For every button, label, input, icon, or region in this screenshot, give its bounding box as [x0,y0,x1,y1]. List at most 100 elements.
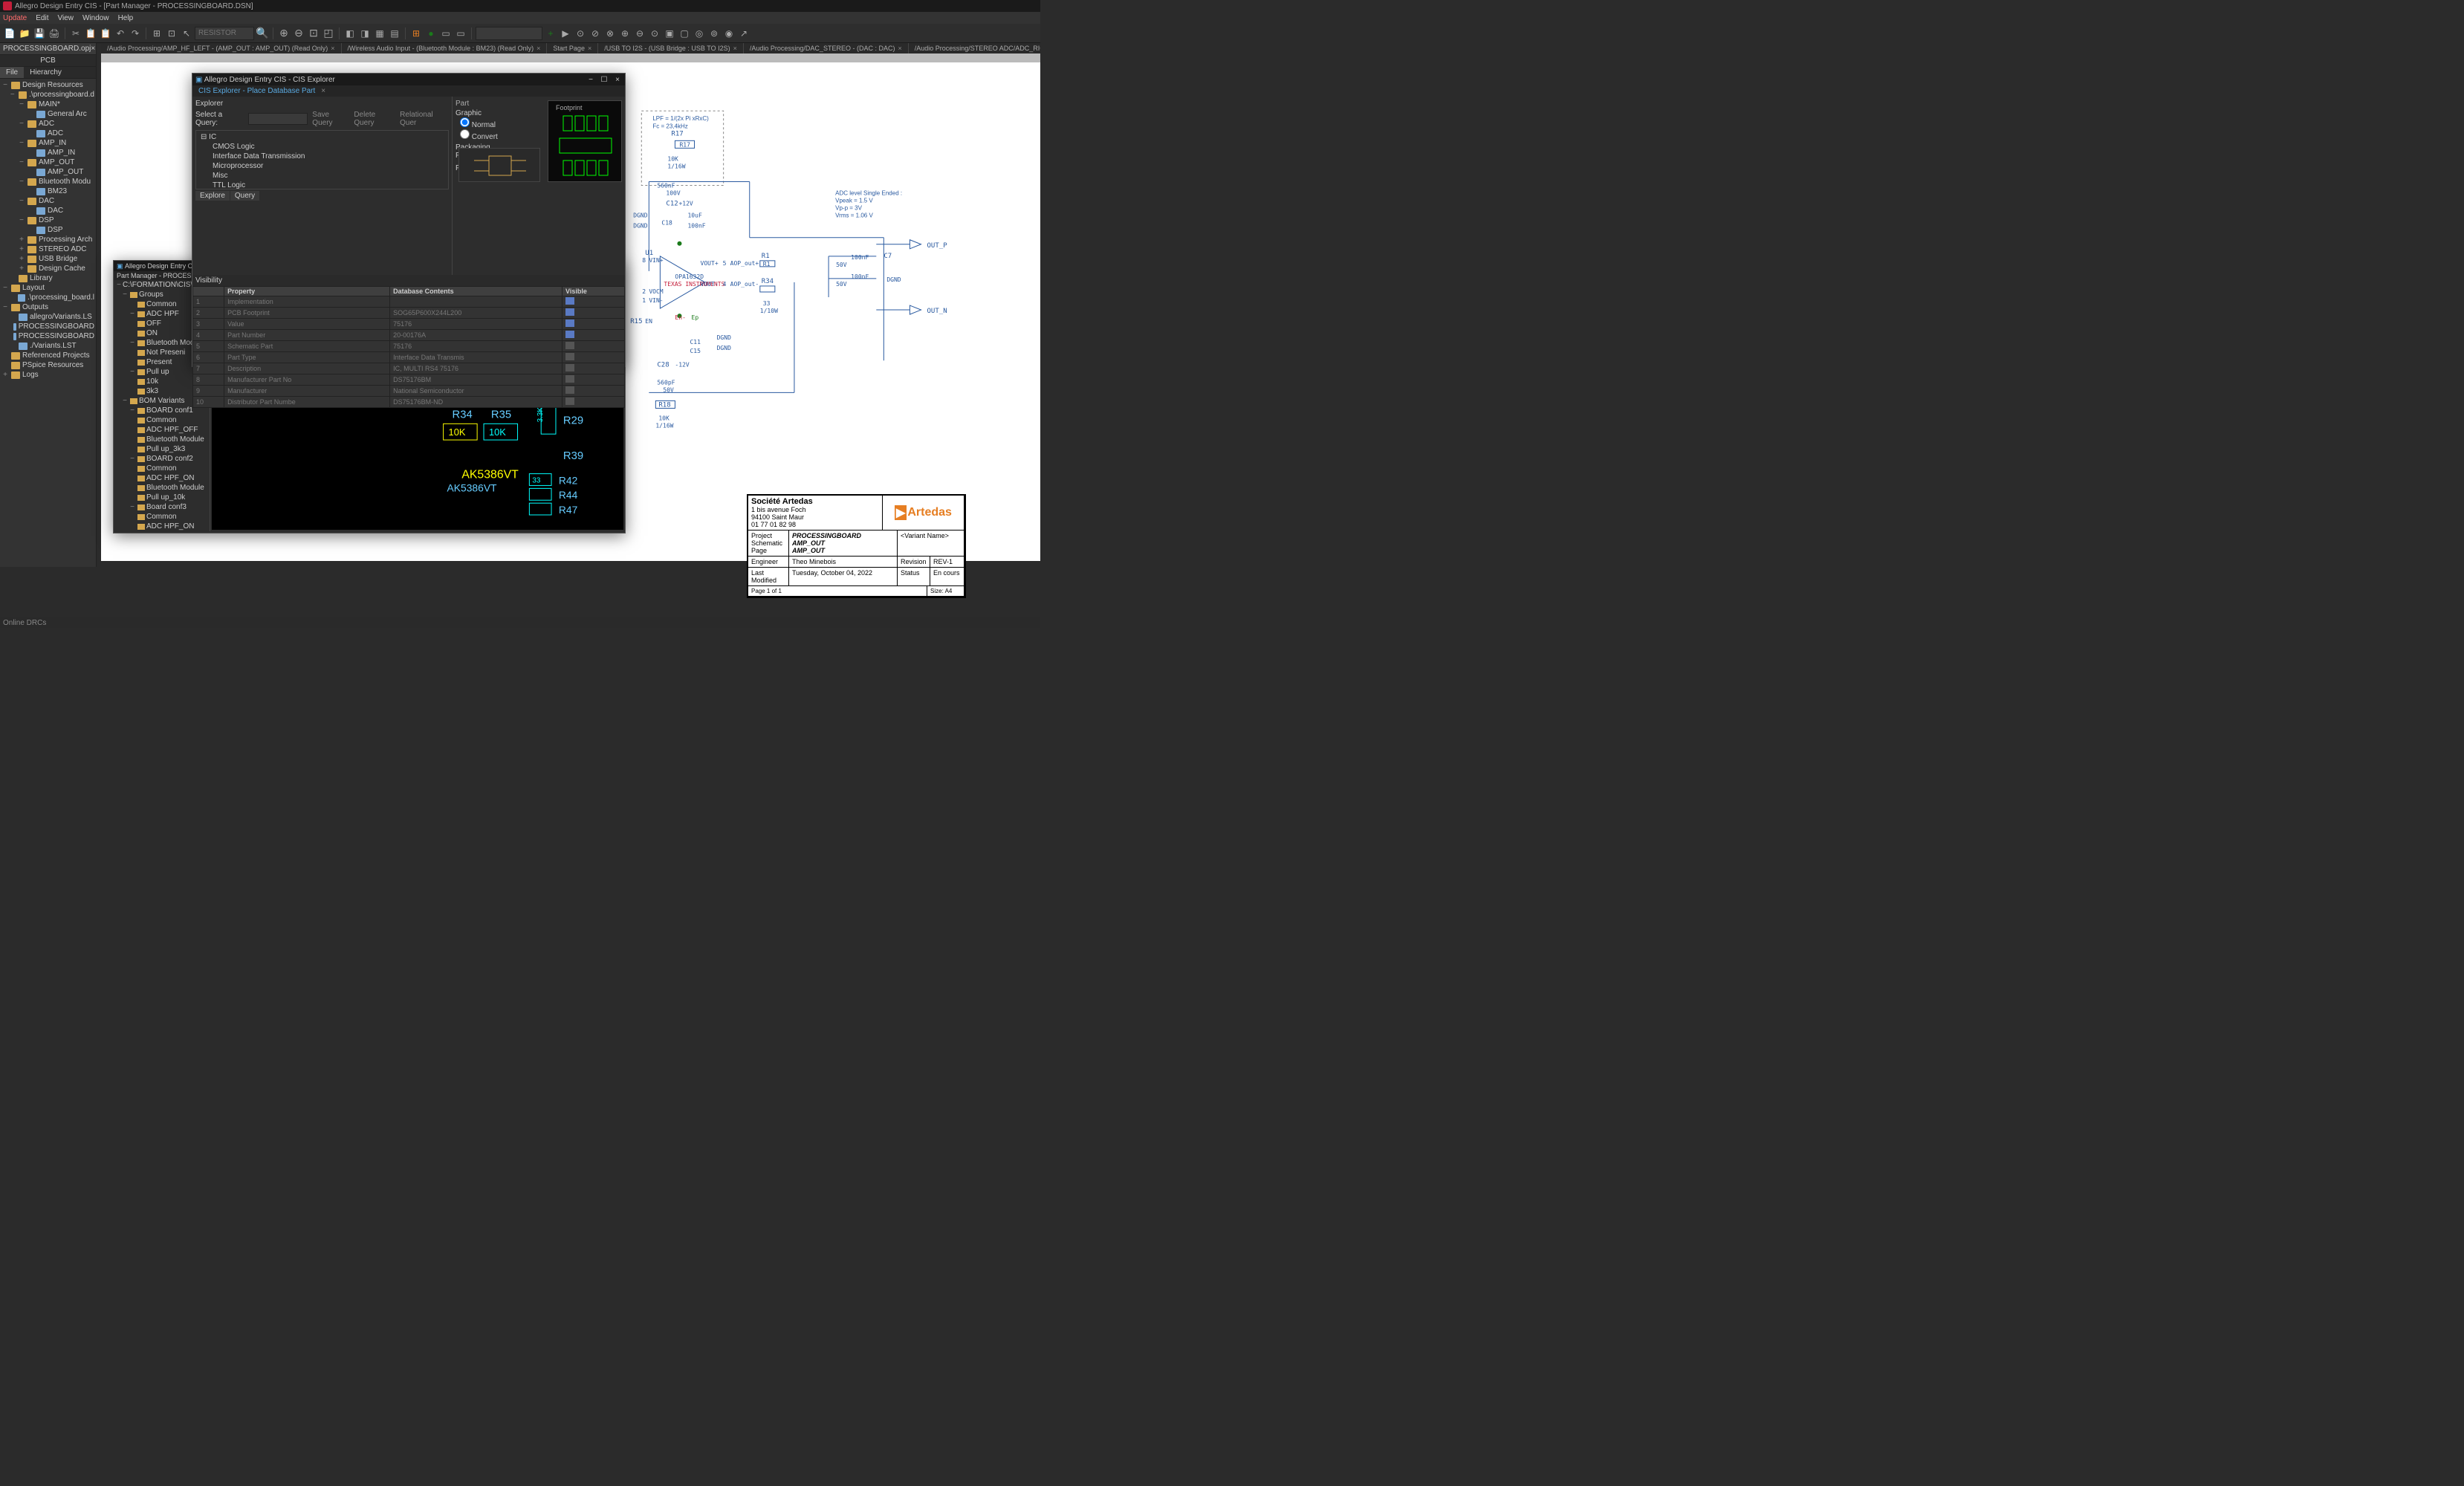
radio-normal[interactable] [460,117,470,127]
menu-view[interactable]: View [57,14,74,22]
vis-row[interactable]: 10Distributor Part NumbeDS75176BM-ND [193,397,625,408]
place-icon[interactable]: + [544,27,557,40]
vis-row[interactable]: 6Part TypeInterface Data Transmis [193,352,625,363]
tree-processingboard[interactable]: −.\processingboard.d [0,90,96,100]
cursor-icon[interactable]: ↖ [180,27,193,40]
tree-amp-out[interactable]: −AMP_OUT [0,158,96,167]
tree-usb-bridge[interactable]: +USB Bridge [0,254,96,264]
doc-tab-0[interactable]: /Audio Processing/AMP_HF_LEFT - (AMP_OUT… [101,43,342,53]
tree-dsp[interactable]: −DSP [0,215,96,225]
sim-13-icon[interactable]: ↗ [737,27,750,40]
menu-window[interactable]: Window [82,14,109,22]
query-select[interactable] [248,113,308,125]
sim-9-icon[interactable]: ▢ [678,27,691,40]
menu-help[interactable]: Help [118,14,134,22]
save-query-btn[interactable]: Save Query [312,111,349,127]
zoom-fit-icon[interactable]: ⊡ [307,27,320,40]
tree-processingboard-out2[interactable]: PROCESSINGBOARD [0,331,96,341]
tree-main[interactable]: −MAIN* [0,100,96,109]
doc-tab-5[interactable]: /Audio Processing/STEREO ADC/ADC_RIGHT -… [909,43,1040,53]
vis-h2[interactable]: Database Contents [390,287,562,296]
sim-4-icon[interactable]: ⊗ [603,27,617,40]
vis-row[interactable]: 9ManufacturerNational Semiconductor [193,386,625,397]
snap-icon[interactable]: ⊡ [165,27,178,40]
doc-tab-4[interactable]: /Audio Processing/DAC_STEREO - (DAC : DA… [744,43,909,53]
tree-general-arc[interactable]: General Arc [0,109,96,119]
pm-b3-adc[interactable]: ADC HPF_ON [114,522,210,531]
tree-layout[interactable]: −Layout [0,283,96,293]
doc-tab-1[interactable]: /Wireless Audio Input - (Bluetooth Modul… [342,43,548,53]
tree-allegro-variants[interactable]: allegro/Variants.LS [0,312,96,322]
redo-icon[interactable]: ↷ [129,27,142,40]
pm-b1-adc[interactable]: ADC HPF_OFF [114,425,210,435]
tree-bluetooth[interactable]: −Bluetooth Modu [0,177,96,186]
doc-tab-2[interactable]: Start Page× [547,43,598,53]
print-icon[interactable]: 🖨 [48,27,61,40]
zoom-in-icon[interactable]: ⊕ [277,27,291,40]
cat-micro[interactable]: Microprocessor [198,161,447,171]
undo-icon[interactable]: ↶ [114,27,127,40]
vis-row[interactable]: 5Schematic Part75176 [193,341,625,352]
cat-misc[interactable]: Misc [198,171,447,181]
save-icon[interactable]: 💾 [33,27,46,40]
cis-subtab-label[interactable]: CIS Explorer - Place Database Part [195,87,318,95]
zoom-area-icon[interactable]: ◰ [322,27,335,40]
vis-row[interactable]: 1Implementation [193,296,625,308]
maximize-icon[interactable]: ☐ [600,76,609,84]
vis-row[interactable]: 8Manufacturer Part NoDS75176BM [193,374,625,386]
sim-5-icon[interactable]: ⊕ [618,27,632,40]
sim-3-icon[interactable]: ⊘ [589,27,602,40]
relational-query-btn[interactable]: Relational Quer [400,111,449,127]
tree-dac[interactable]: −DAC [0,196,96,206]
pm-b3-common[interactable]: Common [114,512,210,522]
part-2-icon[interactable]: ● [424,27,438,40]
sim-2-icon[interactable]: ⊙ [574,27,587,40]
tree-variants-lst[interactable]: ./Variants.LST [0,341,96,351]
tool-1-icon[interactable]: ◧ [343,27,357,40]
pm-b1-pu[interactable]: Pull up_3k3 [114,444,210,454]
sim-11-icon[interactable]: ⊚ [707,27,721,40]
tree-amp-in-page[interactable]: AMP_IN [0,148,96,158]
tree-pspice[interactable]: PSpice Resources [0,360,96,370]
cat-cmos[interactable]: CMOS Logic [198,142,447,152]
tree-amp-out-page[interactable]: AMP_OUT [0,167,96,177]
project-tab-close[interactable]: × [91,45,95,53]
pm-b2-bt[interactable]: Bluetooth Module [114,483,210,493]
search-icon[interactable]: 🔍 [256,27,269,40]
radio-convert[interactable] [460,129,470,139]
pm-board2[interactable]: −BOARD conf2 [114,454,210,464]
pm-b2-pu[interactable]: Pull up_10k [114,493,210,502]
copy-icon[interactable]: 📋 [84,27,97,40]
close-icon[interactable]: × [898,45,901,52]
tree-ref-projects[interactable]: Referenced Projects [0,351,96,360]
paste-icon[interactable]: 📋 [99,27,112,40]
vis-h1[interactable]: Property [224,287,390,296]
tree-design-resources[interactable]: −Design Resources [0,80,96,90]
sim-10-icon[interactable]: ◎ [693,27,706,40]
sim-8-icon[interactable]: ▣ [663,27,676,40]
part-4-icon[interactable]: ▭ [454,27,467,40]
vis-row[interactable]: 4Part Number20-00176A [193,330,625,341]
close-icon[interactable]: × [331,45,334,52]
pm-b2-adc[interactable]: ADC HPF_ON [114,473,210,483]
tree-library[interactable]: Library [0,273,96,283]
delete-query-btn[interactable]: Delete Query [354,111,395,127]
vis-row[interactable]: 2PCB FootprintSOG65P600X244L200 [193,308,625,319]
tree-adc-page[interactable]: ADC [0,129,96,138]
close-icon[interactable]: × [321,87,325,95]
cis-explorer-window[interactable]: ▣ Allegro Design Entry CIS - CIS Explore… [192,73,626,367]
category-tree[interactable]: ⊟ IC CMOS Logic Interface Data Transmiss… [195,130,449,189]
tree-processing-board-l[interactable]: .\processing_board.l [0,293,96,302]
tree-adc[interactable]: −ADC [0,119,96,129]
pm-b1-common[interactable]: Common [114,415,210,425]
tab-hierarchy[interactable]: Hierarchy [24,67,68,78]
vis-row[interactable]: 3Value75176 [193,319,625,330]
tab-explore[interactable]: Explore [195,191,230,201]
pm-b1-bt[interactable]: Bluetooth Module [114,435,210,444]
pm-board3[interactable]: −Board conf3 [114,502,210,512]
tool-4-icon[interactable]: ▤ [388,27,401,40]
project-tab[interactable]: PROCESSINGBOARD.opj × [0,43,96,55]
sim-1-icon[interactable]: ▶ [559,27,572,40]
grid-icon[interactable]: ⊞ [150,27,163,40]
tree-design-cache[interactable]: +Design Cache [0,264,96,273]
